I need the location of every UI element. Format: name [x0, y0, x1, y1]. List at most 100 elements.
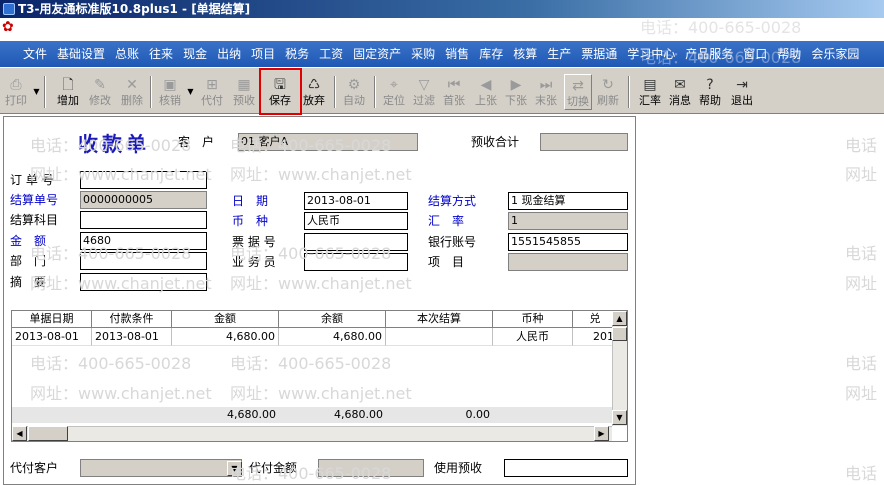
pay-customer-field[interactable]	[80, 459, 242, 477]
menu-fixed-assets[interactable]: 固定资产	[348, 44, 406, 64]
modify-button[interactable]: ✎ 修改	[86, 74, 114, 110]
col-balance[interactable]: 余额	[279, 311, 386, 328]
use-prepay-field[interactable]	[504, 459, 628, 477]
refresh-button[interactable]: ↻ 刷新	[594, 74, 622, 110]
abandon-button[interactable]: ♺ 放弃	[300, 74, 328, 110]
prepay-button[interactable]: ▦ 预收	[230, 74, 258, 110]
add-button[interactable]: 🗋 增加	[54, 74, 82, 110]
menu-production[interactable]: 生产	[542, 44, 576, 64]
total-amount: 4,680.00	[227, 408, 276, 421]
watermark-phone-top: 电话：400-665-0028	[640, 18, 802, 37]
menu-accounts[interactable]: 往来	[144, 44, 178, 64]
prepay-total-field[interactable]	[540, 133, 628, 151]
locate-button[interactable]: ⌖ 定位	[380, 74, 408, 110]
rate-field[interactable]: 1	[508, 212, 628, 230]
menu-purchase[interactable]: 采购	[406, 44, 440, 64]
settle-no-field[interactable]: 0000000005	[80, 191, 207, 209]
watermark-phone: 电话：400-665-0028	[230, 244, 392, 263]
scroll-down-icon[interactable]: ▼	[612, 410, 627, 425]
new-document-icon: 🗋	[62, 77, 74, 93]
first-button[interactable]: ⏮ 首张	[440, 74, 468, 110]
watermark-phone-edge: 电话	[845, 354, 878, 373]
printer-icon: ⎙	[10, 77, 22, 93]
table-cell[interactable]: 2013-08-01	[12, 328, 92, 346]
date-field[interactable]: 2013-08-01	[304, 192, 408, 210]
pay-for-button[interactable]: ⊞ 代付	[198, 74, 226, 110]
pay-for-icon: ⊞	[206, 77, 218, 93]
total-settle: 0.00	[465, 408, 491, 421]
verify-button[interactable]: ▣ 核销	[156, 74, 184, 110]
delete-button[interactable]: ✕ 删除	[118, 74, 146, 110]
currency-field[interactable]: 人民币	[304, 212, 408, 230]
menu-community[interactable]: 会乐家园	[806, 44, 864, 64]
table-header: 单据日期 付款条件 金额 余额 本次结算 币种 兑	[12, 311, 627, 328]
locate-icon: ⌖	[390, 77, 398, 93]
col-currency[interactable]: 币种	[493, 311, 573, 328]
app-icon	[3, 3, 15, 15]
prev-button[interactable]: ◀ 上张	[472, 74, 500, 110]
print-dropdown[interactable]: ▼	[32, 78, 41, 106]
bank-account-field[interactable]: 1551545855	[508, 233, 628, 251]
filter-button[interactable]: ▽ 过滤	[410, 74, 438, 110]
toolbar: ⎙ 打印 ▼ 🗋 增加 ✎ 修改 ✕ 删除 ▣ 核销 ▼ ⊞ 代付 ▦ 预收 🖫 保存 ♺ 放弃 …	[0, 67, 884, 114]
next-button[interactable]: ▶ 下张	[502, 74, 530, 110]
scroll-thumb-horizontal[interactable]	[28, 426, 68, 441]
switch-icon: ⇄	[572, 78, 584, 94]
message-icon: ✉	[674, 77, 686, 93]
pay-customer-label: 代付客户	[10, 461, 59, 475]
scroll-right-icon[interactable]: ▶	[594, 426, 609, 441]
table-cell[interactable]	[386, 328, 493, 346]
watermark-phone: 电话：400-665-0028	[230, 354, 392, 373]
col-bill-date[interactable]: 单据日期	[12, 311, 92, 328]
table-vertical-scrollbar[interactable]: ▲ ▼	[612, 311, 627, 426]
bank-account-label: 银行账号	[428, 235, 477, 249]
edit-icon: ✎	[94, 77, 106, 93]
menu-cashier[interactable]: 出纳	[212, 44, 246, 64]
watermark-site: 网址：www.chanjet.net	[30, 274, 212, 293]
project-label: 项 目	[428, 255, 465, 269]
table-cell[interactable]: 4,680.00	[172, 328, 279, 346]
watermark-site-edge: 网址	[845, 165, 878, 184]
col-amount[interactable]: 金额	[172, 311, 279, 328]
menu-inventory[interactable]: 库存	[474, 44, 508, 64]
exchange-rate-button[interactable]: ▤ 汇率	[636, 74, 664, 110]
menu-file[interactable]: 文件	[18, 44, 52, 64]
menu-project[interactable]: 项目	[246, 44, 280, 64]
last-button[interactable]: ⏭ 末张	[532, 74, 560, 110]
watermark-phone-edge: 电话	[845, 464, 878, 483]
watermark-site: 网址：www.chanjet.net	[30, 384, 212, 403]
trash-icon: ♺	[307, 77, 321, 93]
table-cell[interactable]: 人民币	[493, 328, 573, 346]
document-icon[interactable]: ✿	[2, 19, 20, 35]
menu-payroll[interactable]: 工资	[314, 44, 348, 64]
col-pay-terms[interactable]: 付款条件	[92, 311, 172, 328]
scroll-thumb[interactable]	[612, 327, 627, 341]
menu-basic-settings[interactable]: 基础设置	[52, 44, 110, 64]
print-button[interactable]: ⎙ 打印	[2, 74, 30, 110]
switch-button[interactable]: ⇄ 切换	[564, 74, 592, 110]
auto-button[interactable]: ⚙ 自动	[340, 74, 368, 110]
settle-subject-field[interactable]	[80, 211, 207, 229]
verify-dropdown[interactable]: ▼	[186, 78, 195, 106]
watermark-phone: 电话：400-665-0028	[30, 354, 192, 373]
help-button[interactable]: ? 帮助	[696, 74, 724, 110]
menu-sales[interactable]: 销售	[440, 44, 474, 64]
exit-button[interactable]: ⇥ 退出	[728, 74, 756, 110]
currency-label: 币 种	[232, 214, 269, 228]
settle-subject-label: 结算科目	[10, 213, 59, 227]
menu-general-ledger[interactable]: 总账	[110, 44, 144, 64]
menu-bill-center[interactable]: 票据通	[576, 44, 622, 64]
menu-tax[interactable]: 税务	[280, 44, 314, 64]
settle-method-field[interactable]: 1 现金结算	[508, 192, 628, 210]
table-cell[interactable]: 2013-08-01	[92, 328, 172, 346]
col-current-settle[interactable]: 本次结算	[386, 311, 493, 328]
table-cell[interactable]: 4,680.00	[279, 328, 386, 346]
scroll-up-icon[interactable]: ▲	[612, 311, 627, 326]
watermark-phone: 电话：400-665-0028	[30, 136, 192, 155]
project-field[interactable]	[508, 253, 628, 271]
menu-costing[interactable]: 核算	[508, 44, 542, 64]
menu-cash[interactable]: 现金	[178, 44, 212, 64]
message-button[interactable]: ✉ 消息	[666, 74, 694, 110]
scroll-left-icon[interactable]: ◀	[12, 426, 27, 441]
table-horizontal-scrollbar[interactable]: ◀ ▶	[12, 426, 612, 441]
